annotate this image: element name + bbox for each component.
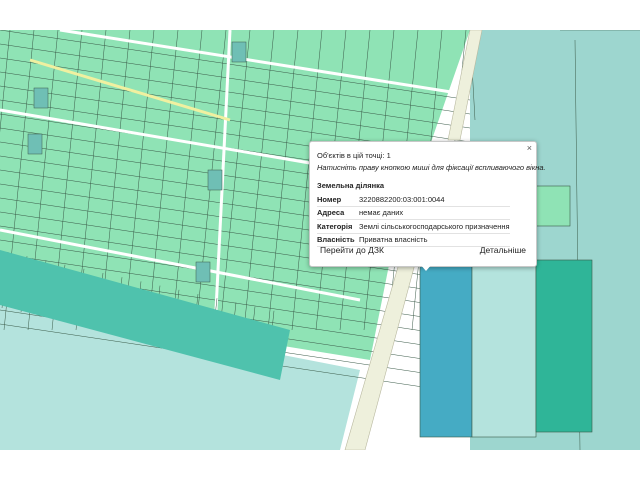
top-margin <box>0 0 640 30</box>
parcel-cluster <box>535 259 593 433</box>
objects-count: Об'єктів в цій точці: 1 <box>317 151 391 160</box>
building-square <box>195 261 211 283</box>
attribute-row: Адреса немає даних <box>317 206 510 220</box>
details-button[interactable]: Детальніше <box>480 245 526 255</box>
popup-pointer <box>420 264 432 271</box>
building-square <box>33 87 49 109</box>
goto-dzk-button[interactable]: Перейти до ДЗК <box>320 245 384 255</box>
building-square <box>27 133 43 155</box>
section-title: Земельна ділянка <box>317 181 385 190</box>
building-square <box>231 41 247 63</box>
parcel <box>471 264 537 438</box>
attribute-value: Землі сільськогосподарського призначення <box>359 221 510 231</box>
selected-parcel <box>419 264 473 438</box>
attribute-key: Адреса <box>317 208 345 218</box>
fix-popup-hint: Натисніть праву кнопкою миші для фіксаці… <box>317 163 546 172</box>
close-icon[interactable]: × <box>527 143 532 153</box>
attribute-row: Категорія Землі сільськогосподарського пр… <box>317 220 510 233</box>
attribute-row: Номер 3220882200:03:001:0044 <box>317 193 510 206</box>
attribute-value: 3220882200:03:001:0044 <box>359 194 445 204</box>
building-square <box>207 169 223 191</box>
parcel-info-popup: × Об'єктів в цій точці: 1 Натисніть прав… <box>309 141 546 267</box>
bottom-margin <box>0 450 640 480</box>
attribute-key: Номер <box>317 194 342 204</box>
attribute-value: немає даних <box>359 208 404 218</box>
attributes-table: Номер 3220882200:03:001:0044 Адреса немає д… <box>317 193 510 247</box>
parcel <box>535 185 571 227</box>
attribute-key: Категорія <box>317 221 353 231</box>
